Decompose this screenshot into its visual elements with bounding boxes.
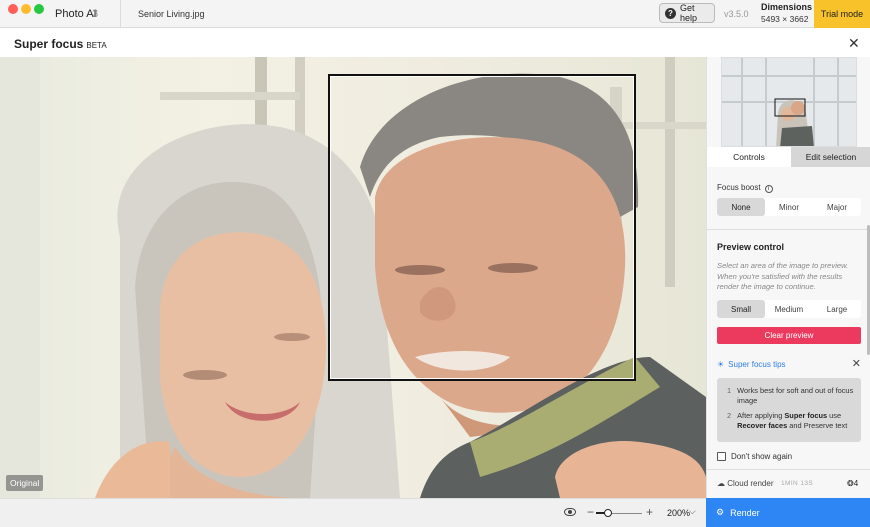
cloud-render-toggle[interactable]: ☁ Cloud render [717, 479, 773, 488]
info-icon[interactable]: i [764, 185, 773, 193]
dimensions-display: Dimensions 5493 × 3662 [761, 2, 813, 24]
tips-title[interactable]: Super focus tips [728, 360, 785, 369]
focus-boost-selector: None Minor Major [717, 198, 861, 216]
zoom-level[interactable]: 200% [667, 508, 690, 518]
tips-box: 1 Works best for soft and out of focus i… [717, 378, 861, 442]
preview-size-small[interactable]: Small [717, 300, 765, 318]
dimensions-label: Dimensions [761, 2, 813, 12]
page-title: Super focus BETA [14, 37, 107, 51]
focus-boost-heading: Focus boost i [717, 183, 773, 193]
chevron-down-icon[interactable]: ⌵ [689, 506, 696, 517]
preview-selection-box[interactable] [328, 74, 636, 381]
tab-controls[interactable]: Controls [707, 147, 791, 167]
zoom-in-button[interactable]: + [646, 505, 653, 519]
tip-item: 2 After applying Super focus use Recover… [727, 411, 855, 430]
cloud-icon: ☁ [717, 479, 725, 488]
close-tips-button[interactable]: ✕ [852, 357, 861, 370]
section-divider [707, 469, 870, 470]
close-panel-button[interactable]: ✕ [848, 36, 860, 50]
zoom-bar: − + 200% ⌵ [0, 498, 706, 527]
preview-control-title: Preview control [717, 242, 785, 252]
render-button[interactable]: ⚙ Render [706, 498, 870, 527]
tip-text: Works best for soft and out of focus ima… [737, 386, 854, 405]
title-bar: Photo AI 3 Senior Living.jpg ? Get help … [0, 0, 870, 28]
navigator-thumbnail[interactable] [721, 57, 857, 147]
preview-size-large[interactable]: Large [813, 300, 861, 318]
focus-boost-major[interactable]: Major [813, 198, 861, 216]
image-preview[interactable]: Original [0, 57, 706, 498]
zoom-slider[interactable] [596, 512, 642, 514]
minimize-window-button[interactable] [21, 4, 31, 14]
tip-number: 2 [727, 411, 732, 420]
tip-number: 1 [727, 386, 732, 395]
focus-boost-label: Focus boost [717, 183, 761, 192]
dimensions-value: 5493 × 3662 [761, 14, 809, 24]
trial-mode-button[interactable]: Trial mode [814, 0, 870, 28]
tip-text: After applying Super focus use Recover f… [737, 411, 848, 430]
render-label: Render [730, 507, 760, 518]
original-badge[interactable]: Original [6, 475, 44, 491]
dont-show-label[interactable]: Don't show again [731, 452, 792, 461]
page-title-text: Super focus [14, 37, 84, 51]
app-name: Photo AI [55, 8, 97, 20]
get-help-button[interactable]: ? Get help [659, 3, 715, 23]
file-name: Senior Living.jpg [138, 9, 205, 19]
lightbulb-icon: ☀ [717, 360, 725, 369]
title-divider [120, 0, 121, 28]
preview-control-description: Select an area of the image to preview. … [717, 261, 849, 291]
sidebar: Controls Edit selection Focus boost i Non… [706, 57, 870, 498]
zoom-slider-handle[interactable] [603, 509, 612, 517]
clear-preview-button[interactable]: Clear preview [717, 327, 861, 344]
help-icon: ? [665, 7, 676, 19]
app-version: 3 [92, 8, 99, 20]
tip-item: 1 Works best for soft and out of focus i… [727, 386, 855, 405]
version-label: v3.5.0 [724, 9, 749, 19]
beta-badge: BETA [86, 41, 107, 50]
credits-count: ❂4 [847, 479, 859, 488]
thumbnail-illustration [722, 58, 856, 146]
tab-edit-selection[interactable]: Edit selection [791, 147, 870, 167]
preview-size-selector: Small Medium Large [717, 300, 861, 318]
focus-boost-minor[interactable]: Minor [765, 198, 813, 216]
cloud-render-time: 1MIN 13S [781, 480, 814, 487]
tips-header: ☀ Super focus tips ✕ [717, 357, 861, 372]
preview-size-medium[interactable]: Medium [765, 300, 813, 318]
cloud-render-label: Cloud render [727, 479, 774, 488]
dont-show-checkbox[interactable] [717, 452, 726, 461]
focus-boost-none[interactable]: None [717, 198, 765, 216]
zoom-window-button[interactable] [34, 4, 44, 14]
credit-icon: ❂ [847, 479, 854, 488]
panel-header: Super focus BETA ✕ [0, 28, 870, 57]
sidebar-tabs: Controls Edit selection [707, 147, 870, 167]
get-help-label: Get help [680, 3, 698, 23]
zoom-out-button[interactable]: − [587, 505, 594, 519]
close-window-button[interactable] [8, 4, 18, 14]
section-divider [707, 229, 870, 230]
render-icon: ⚙ [716, 507, 725, 517]
eye-icon[interactable] [564, 508, 576, 516]
